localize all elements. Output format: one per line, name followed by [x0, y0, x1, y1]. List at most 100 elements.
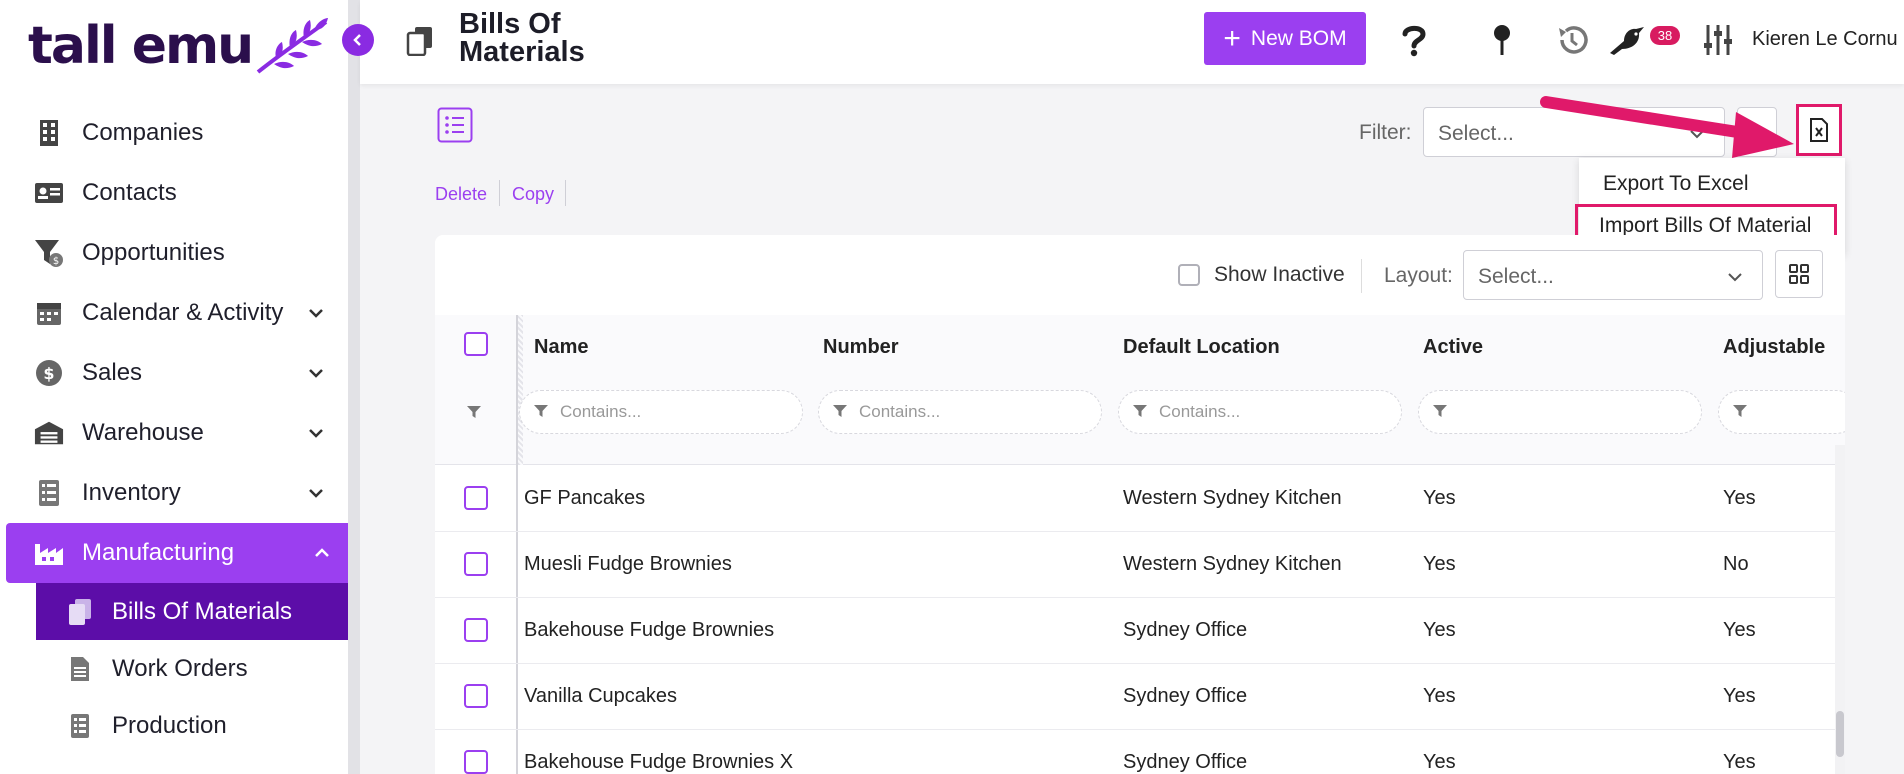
table-row[interactable]: Bakehouse Fudge Brownies Sydney Office Y… [435, 598, 1835, 664]
show-inactive-toggle[interactable]: Show Inactive [1178, 263, 1345, 287]
document-icon [66, 655, 94, 683]
column-header-number[interactable]: Number [823, 336, 899, 359]
logo-text: tall emu [28, 16, 254, 76]
table-row[interactable]: Bakehouse Fudge Brownies X Sydney Office… [435, 730, 1835, 774]
cell-adjustable: Yes [1723, 751, 1756, 773]
cell-active: Yes [1423, 751, 1456, 773]
tall-emu-logo[interactable]: tall emu [28, 10, 330, 82]
table-row[interactable]: Muesli Fudge Brownies Western Sydney Kit… [435, 532, 1835, 598]
sliders-icon[interactable] [1700, 22, 1736, 58]
user-name[interactable]: Kieren Le Cornu [1752, 28, 1898, 51]
filter-icon [1733, 405, 1747, 417]
chevron-down-icon[interactable] [306, 483, 326, 503]
notification-badge: 38 [1650, 26, 1680, 45]
show-inactive-checkbox[interactable] [1178, 264, 1200, 286]
list-icon [34, 478, 64, 508]
layout-select-value: Select... [1478, 265, 1554, 288]
sidebar-item-label: Warehouse [82, 419, 204, 446]
bird-notifications-icon[interactable] [1606, 22, 1650, 58]
sidebar-item-opportunities[interactable]: $ Opportunities [0, 223, 352, 283]
sidebar-item-label: Companies [82, 119, 204, 146]
sidebar-item-contacts[interactable]: Contacts [0, 163, 352, 223]
copy-link[interactable]: Copy [512, 184, 554, 205]
table-row[interactable]: GF Pancakes Western Sydney Kitchen Yes Y… [435, 466, 1835, 532]
sidebar-item-label: Calendar & Activity [82, 299, 284, 326]
page-title: Bills Of Materials [459, 8, 585, 68]
layout-separator [1361, 259, 1362, 293]
cell-location: Sydney Office [1123, 685, 1248, 707]
sidebar: tall emu Companies Contacts $ Opportunit… [0, 0, 352, 774]
sidebar-item-label: Inventory [82, 479, 181, 506]
column-resize-handle[interactable] [518, 315, 523, 465]
cell-location: Sydney Office [1123, 751, 1248, 773]
calendar-icon [34, 298, 64, 328]
cell-location: Sydney Office [1123, 619, 1248, 641]
filter-placeholder: Contains... [1159, 402, 1241, 421]
sidebar-item-companies[interactable]: Companies [0, 103, 352, 163]
layout-label: Layout: [1384, 264, 1453, 287]
filter-icon[interactable] [467, 405, 481, 419]
sidebar-item-label: Bills Of Materials [112, 597, 293, 625]
sidebar-item-label: Work Orders [112, 654, 248, 682]
row-checkbox[interactable] [464, 618, 488, 642]
column-header-name[interactable]: Name [534, 336, 588, 359]
number-filter-input[interactable]: Contains... [818, 390, 1102, 434]
sidebar-item-calendar-activity[interactable]: Calendar & Activity [0, 283, 352, 343]
chevron-up-icon[interactable] [312, 543, 332, 563]
row-checkbox[interactable] [464, 750, 488, 774]
export-to-excel-item[interactable]: Export To Excel [1579, 162, 1845, 206]
cell-active: Yes [1423, 553, 1456, 575]
name-filter-input[interactable]: Contains... [519, 390, 803, 434]
collapse-sidebar-button[interactable] [342, 24, 374, 56]
plus-icon: + [1223, 21, 1241, 55]
select-all-checkbox[interactable] [464, 332, 488, 356]
filter-icon [534, 405, 548, 417]
cell-adjustable: Yes [1723, 619, 1756, 641]
sidebar-item-label: Contacts [82, 179, 177, 206]
active-filter-input[interactable] [1418, 390, 1702, 434]
chevron-down-icon[interactable] [306, 423, 326, 443]
chevron-down-icon[interactable] [306, 363, 326, 383]
location-filter-input[interactable]: Contains... [1118, 390, 1402, 434]
warehouse-icon [34, 418, 64, 448]
filter-placeholder: Contains... [859, 402, 941, 421]
adjustable-filter-input[interactable] [1718, 390, 1845, 434]
sidebar-item-inventory[interactable]: Inventory [0, 463, 352, 523]
layout-select[interactable]: Select... [1463, 250, 1763, 300]
main-nav: Companies Contacts $ Opportunities Calen… [0, 103, 352, 754]
column-header-default-location[interactable]: Default Location [1123, 336, 1280, 359]
column-header-adjustable[interactable]: Adjustable [1723, 336, 1825, 359]
row-checkbox[interactable] [464, 552, 488, 576]
cell-active: Yes [1423, 487, 1456, 509]
filter-placeholder: Contains... [560, 402, 642, 421]
column-header-active[interactable]: Active [1423, 336, 1483, 359]
sidebar-subitem-production[interactable]: Production [0, 697, 352, 754]
sidebar-item-sales[interactable]: $ Sales [0, 343, 352, 403]
new-bom-label: New BOM [1250, 26, 1347, 50]
delete-link[interactable]: Delete [435, 184, 487, 205]
sidebar-item-label: Production [112, 711, 227, 739]
row-checkbox[interactable] [464, 684, 488, 708]
filter-icon [833, 405, 847, 417]
layout-grid-button[interactable] [1775, 250, 1823, 298]
sidebar-subitem-bills-of-materials[interactable]: Bills Of Materials [36, 583, 348, 640]
sidebar-scrollbar[interactable] [348, 0, 360, 774]
sidebar-subitem-work-orders[interactable]: Work Orders [0, 640, 352, 697]
cell-active: Yes [1423, 685, 1456, 707]
row-checkbox[interactable] [464, 486, 488, 510]
funnel-icon: $ [34, 238, 64, 268]
chevron-down-icon[interactable] [306, 303, 326, 323]
new-bom-button[interactable]: + New BOM [1204, 12, 1366, 65]
sidebar-item-manufacturing[interactable]: Manufacturing [6, 523, 352, 583]
sidebar-item-warehouse[interactable]: Warehouse [0, 403, 352, 463]
grid-scrollbar-thumb[interactable] [1836, 711, 1844, 757]
dollar-icon: $ [34, 358, 64, 388]
pin-icon[interactable] [1484, 22, 1520, 58]
filter-icon [1433, 405, 1447, 417]
help-icon[interactable] [1396, 22, 1432, 58]
filter-label: Filter: [1359, 121, 1412, 144]
history-icon[interactable] [1554, 22, 1590, 58]
contact-card-icon [34, 178, 64, 208]
table-row[interactable]: Vanilla Cupcakes Sydney Office Yes Yes [435, 664, 1835, 730]
list-view-icon[interactable] [437, 107, 473, 143]
